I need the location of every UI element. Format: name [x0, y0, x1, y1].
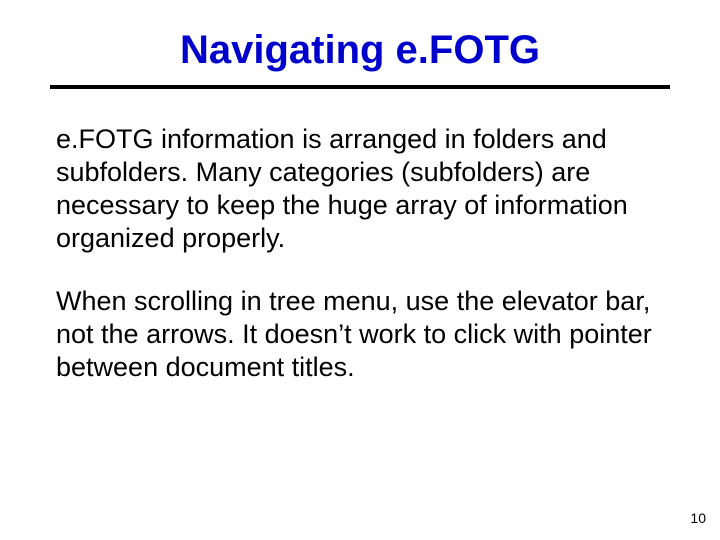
slide-title: Navigating e.FOTG	[50, 18, 670, 89]
page-number: 10	[690, 510, 706, 526]
body-paragraph-1: e.FOTG information is arranged in folder…	[50, 123, 670, 255]
body-paragraph-2: When scrolling in tree menu, use the ele…	[50, 285, 670, 384]
slide: Navigating e.FOTG e.FOTG information is …	[0, 0, 720, 540]
